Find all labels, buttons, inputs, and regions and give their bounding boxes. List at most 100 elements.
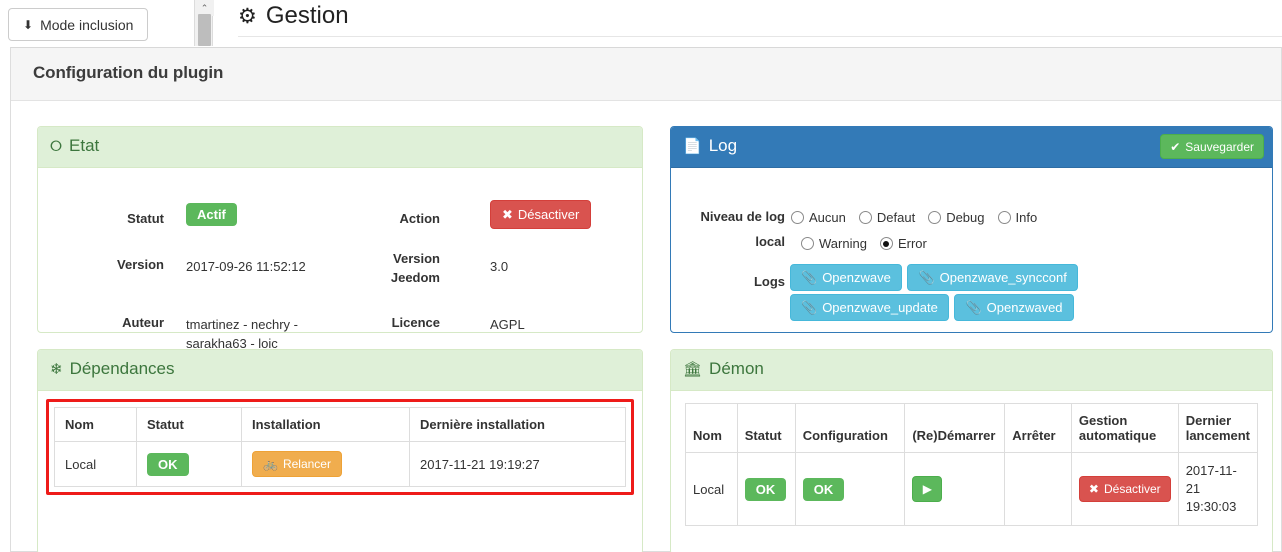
demon-panel-header: 🏛 Démon <box>671 350 1272 391</box>
etat-panel-body: Statut Actif Action ✖ Désactiver Version… <box>38 168 642 351</box>
log-buttons-group: 📎 Openzwave 📎 Openzwave_syncconf 📎 Openz… <box>790 264 1110 324</box>
demon-status-badge: OK <box>744 477 787 501</box>
scrollbar-thumb[interactable] <box>198 14 211 46</box>
radio-info-label: Info <box>1015 210 1038 225</box>
log-button-openzwave[interactable]: 📎 Openzwave <box>790 264 902 291</box>
status-badge: Actif <box>186 203 237 226</box>
log-level-radio-group-row2: Warning Error <box>801 236 940 251</box>
radio-defaut[interactable]: Defaut <box>858 210 916 225</box>
plugin-configuration-panel: Configuration du plugin ⭘ Etat Statut Ac… <box>10 47 1282 552</box>
heading-divider <box>238 36 1282 37</box>
col-statut: Statut <box>736 403 796 453</box>
etat-version-label: Version <box>117 257 164 272</box>
desactiver-button-label: Désactiver <box>517 207 580 222</box>
logs-label: Logs <box>753 274 785 289</box>
radio-dot-debug[interactable] <box>928 211 942 224</box>
radio-dot-defaut[interactable] <box>858 211 872 224</box>
demon-desactiver-button[interactable]: ✖ Désactiver <box>1078 476 1171 502</box>
table-row: Local OK 🚲 Relancer 2017-11-21 19:19:27 <box>54 441 626 487</box>
demon-desactiver-button-label: Désactiver <box>1103 482 1161 496</box>
table-row: Local OK OK ▶ ✖ Désactiver 2017-11-21 19… <box>685 452 1259 526</box>
col-configuration: Configuration <box>794 403 906 453</box>
col-arreter: Arrêter <box>1004 403 1072 453</box>
col-dernier-lancement: Dernier lancement <box>1177 403 1259 453</box>
download-icon: ⬇ <box>23 17 34 32</box>
gear-icon: ⚙ <box>238 4 257 28</box>
radio-dot-error[interactable] <box>879 237 893 250</box>
col-gestion-automatique: Gestion automatique <box>1070 403 1179 453</box>
etat-version-jeedom-label: Version Jeedom <box>390 251 440 285</box>
radio-error-label: Error <box>897 236 927 251</box>
log-button-openzwave-update-label: Openzwave_update <box>822 300 938 315</box>
log-panel: 📄 Log ✔ Sauvegarder Niveau de log local … <box>670 126 1273 333</box>
log-button-openzwave-syncconf[interactable]: 📎 Openzwave_syncconf <box>907 264 1078 291</box>
etat-licence-value: AGPL <box>490 317 525 332</box>
log-button-openzwave-syncconf-label: Openzwave_syncconf <box>939 270 1067 285</box>
check-circle-icon: ✔ <box>1170 139 1181 154</box>
power-circle-icon: ⭘ <box>50 137 63 155</box>
etat-statut-label: Statut <box>127 211 164 226</box>
radio-aucun[interactable]: Aucun <box>791 210 846 225</box>
screen-root: ⬇ Mode inclusion ⌃ ⚙ Gestion Configurati… <box>0 0 1282 552</box>
dependances-panel-header: ❄ Dépendances <box>38 350 642 391</box>
dependances-table: Nom Statut Installation Dernière install… <box>54 407 626 487</box>
log-level-radio-group-row1: Aucun Defaut Debug Info <box>791 210 1050 225</box>
radio-info[interactable]: Info <box>997 210 1038 225</box>
col-nom: Nom <box>685 403 738 453</box>
vertical-scrollbar[interactable]: ⌃ <box>194 0 214 46</box>
demon-panel-body: Nom Statut Configuration (Re)Démarrer Ar… <box>671 391 1272 552</box>
niveau-log-label: Niveau de log local <box>700 209 785 249</box>
log-button-openzwave-update[interactable]: 📎 Openzwave_update <box>790 294 949 321</box>
log-button-openzwave-label: Openzwave <box>822 270 891 285</box>
radio-warning[interactable]: Warning <box>801 236 867 251</box>
sauvegarder-button-label: Sauvegarder <box>1185 139 1254 154</box>
col-derniere-installation: Dernière installation <box>409 407 626 442</box>
log-panel-header: 📄 Log ✔ Sauvegarder <box>671 127 1272 168</box>
radio-defaut-label: Defaut <box>876 210 916 225</box>
panel-title: Configuration du plugin <box>33 63 224 82</box>
radio-debug-label: Debug <box>946 210 985 225</box>
etat-licence-label: Licence <box>391 315 440 330</box>
etat-panel-title: ⭘ Etat <box>50 136 99 156</box>
cell-nom: Local <box>54 441 137 487</box>
page-heading-area: ⚙ Gestion <box>220 0 1282 46</box>
paperclip-icon: 📎 <box>801 270 818 285</box>
panel-body: ⭘ Etat Statut Actif Action ✖ Désactiver <box>11 102 1281 552</box>
radio-error[interactable]: Error <box>879 236 927 251</box>
cell-derniere-installation: 2017-11-21 19:19:27 <box>409 441 626 487</box>
panel-header: Configuration du plugin <box>11 48 1281 101</box>
dependance-status-badge: OK <box>147 452 189 476</box>
col-statut: Statut <box>136 407 242 442</box>
page-title-text: Gestion <box>265 2 349 29</box>
col-redemarrer: (Re)Démarrer <box>904 403 1006 453</box>
etat-statut-value-wrap: Actif <box>186 203 237 226</box>
cell-gestion-automatique: ✖ Désactiver <box>1070 452 1179 526</box>
sauvegarder-button[interactable]: ✔ Sauvegarder <box>1160 134 1264 159</box>
log-panel-title-text: Log <box>708 136 738 155</box>
etat-panel-title-text: Etat <box>69 136 100 155</box>
relancer-button[interactable]: 🚲 Relancer <box>252 451 342 477</box>
relancer-button-label: Relancer <box>282 457 331 471</box>
desactiver-button[interactable]: ✖ Désactiver <box>490 200 592 229</box>
mode-inclusion-label: Mode inclusion <box>40 16 134 33</box>
radio-debug[interactable]: Debug <box>928 210 985 225</box>
play-icon[interactable]: ▶ <box>912 476 943 502</box>
etat-version-value: 2017-09-26 11:52:12 <box>186 259 306 274</box>
dependances-panel: ❄ Dépendances Nom Statut Installation De… <box>37 349 643 552</box>
cell-installation: 🚲 Relancer <box>241 441 410 487</box>
radio-dot-aucun[interactable] <box>791 211 804 224</box>
log-button-openzwaved[interactable]: 📎 Openzwaved <box>954 294 1074 321</box>
cell-configuration: OK <box>794 452 906 526</box>
radio-dot-warning[interactable] <box>801 237 814 250</box>
etat-panel: ⭘ Etat Statut Actif Action ✖ Désactiver <box>37 126 643 351</box>
mode-inclusion-button[interactable]: ⬇ Mode inclusion <box>8 8 149 41</box>
paperclip-icon: 📎 <box>801 300 818 315</box>
dependances-panel-title: ❄ Dépendances <box>50 359 175 379</box>
times-icon: ✖ <box>502 207 513 222</box>
etat-auteur-label: Auteur <box>122 315 164 330</box>
cubes-icon: ❄ <box>50 360 63 378</box>
cell-nom: Local <box>685 452 738 526</box>
radio-dot-info[interactable] <box>997 211 1011 224</box>
cell-arreter <box>1004 452 1072 526</box>
table-header-row: Nom Statut Configuration (Re)Démarrer Ar… <box>685 403 1259 453</box>
